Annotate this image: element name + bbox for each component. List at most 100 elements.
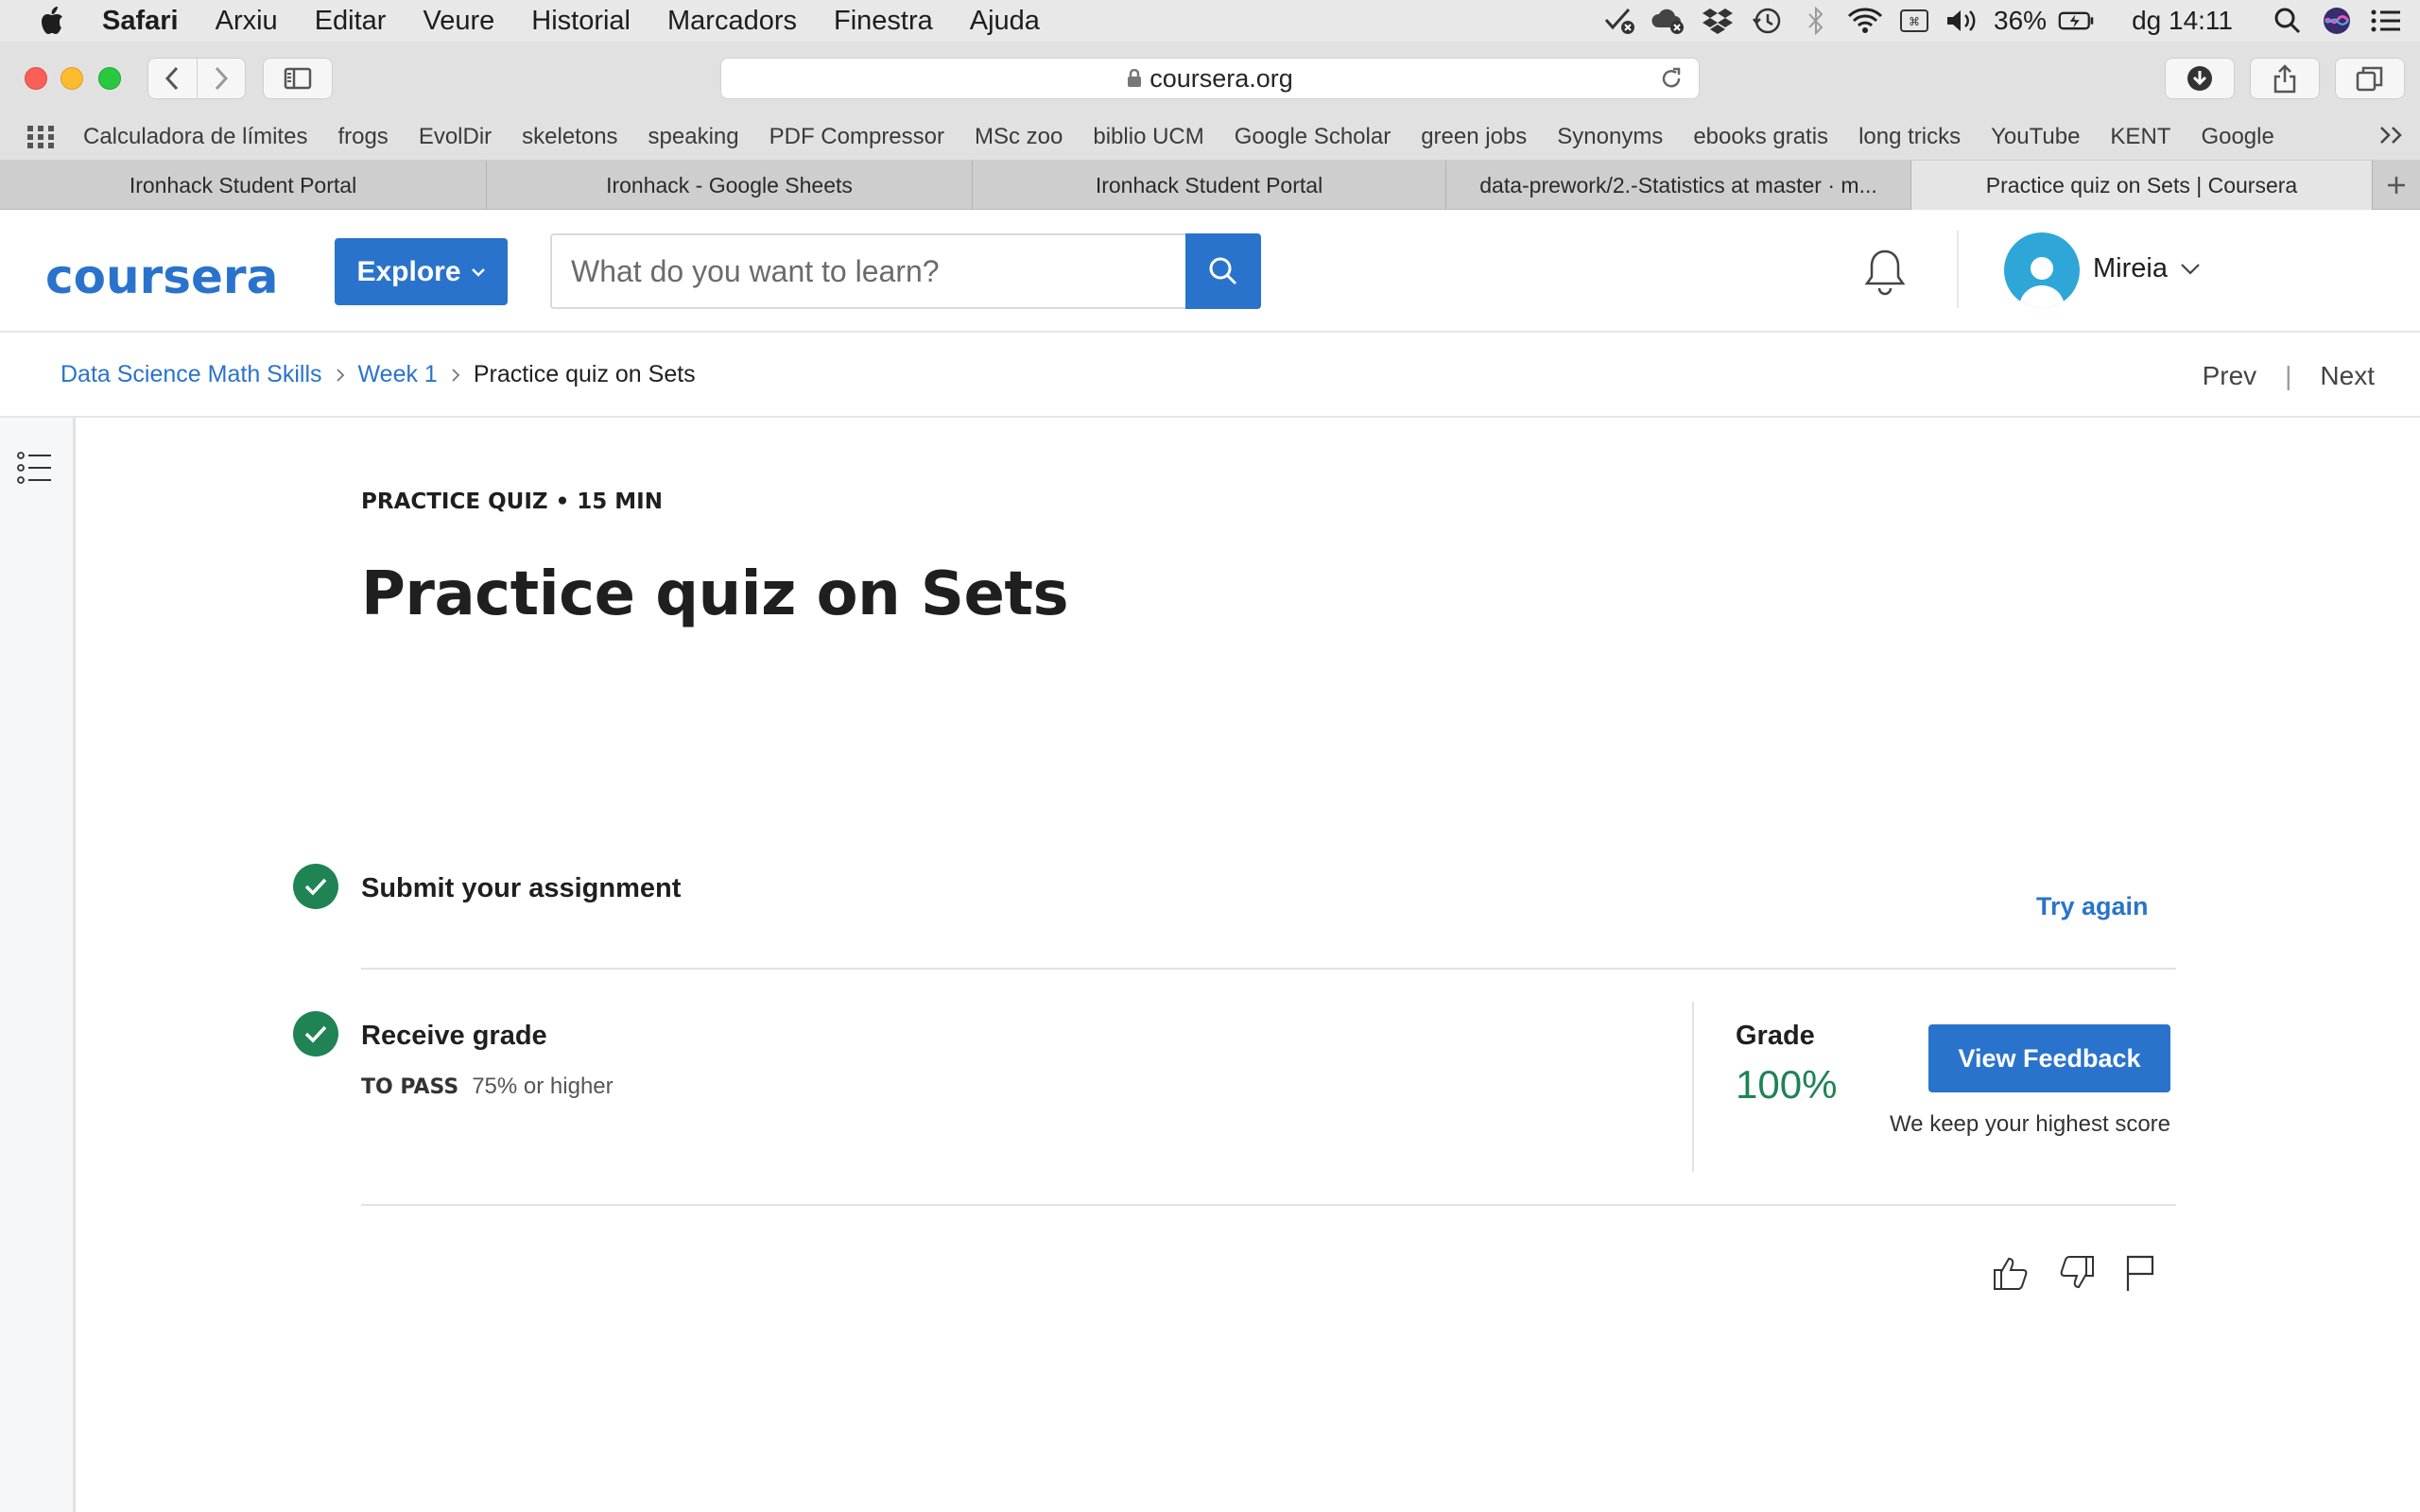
view-feedback-button[interactable]: View Feedback [1928,1024,2170,1092]
bookmark-item[interactable]: biblio UCM [1093,124,1203,150]
show-tabs-button[interactable] [2335,58,2405,99]
user-menu-chevron-icon[interactable] [2180,263,2201,281]
bluetooth-icon[interactable] [1797,0,1835,42]
nav-buttons [147,58,246,99]
browser-tab[interactable]: Ironhack Student Portal [0,161,487,210]
close-window-button[interactable] [25,67,47,90]
menu-ajuda[interactable]: Ajuda [970,6,1040,37]
breadcrumb-current: Practice quiz on Sets [473,361,696,387]
menu-veure[interactable]: Veure [423,6,494,37]
bookmark-item[interactable]: Calculadora de límites [83,124,307,150]
cloud-icon[interactable] [1650,0,1687,42]
feedback-actions [1991,1253,2184,1293]
avatar[interactable] [2004,232,2080,308]
to-pass-value: 75% or higher [472,1074,614,1099]
breadcrumb-course-link[interactable]: Data Science Math Skills [60,361,322,388]
bookmark-item[interactable]: Google Scholar [1235,124,1391,150]
browser-toolbar: coursera.org [0,42,2420,113]
lock-icon [1127,69,1142,88]
flag-icon[interactable] [2123,1253,2157,1293]
apps-grid-icon[interactable] [26,125,55,149]
next-link[interactable]: Next [2320,361,2375,391]
volume-icon[interactable] [1945,0,1982,42]
menu-arxiu[interactable]: Arxiu [216,6,278,37]
menu-app-name[interactable]: Safari [102,6,179,37]
dropbox-icon[interactable] [1699,0,1737,42]
explore-button[interactable]: Explore [335,238,508,305]
receive-grade-title: Receive grade [361,1021,547,1051]
thumbs-down-icon[interactable] [2057,1253,2097,1293]
svg-text:⌘: ⌘ [1909,15,1920,28]
search-box [550,233,1261,309]
search-input[interactable] [552,235,1185,307]
url-text: coursera.org [1150,63,1293,93]
notification-center-icon[interactable] [2367,0,2405,42]
browser-tab-active[interactable]: Practice quiz on Sets | Coursera [1911,161,2373,210]
address-bar[interactable]: coursera.org [720,58,1700,99]
thumbs-up-icon[interactable] [1991,1253,2031,1293]
bookmark-item[interactable]: EvolDir [419,124,492,150]
browser-tab[interactable]: data-prework/2.-Statistics at master · m… [1446,161,1911,210]
more-bookmarks-icon[interactable] [2378,125,2405,152]
browser-tab[interactable]: Ironhack - Google Sheets [487,161,973,210]
share-button[interactable] [2250,58,2320,99]
highest-score-note: We keep your highest score [1889,1111,2170,1137]
fullscreen-window-button[interactable] [98,67,121,90]
bookmark-item[interactable]: green jobs [1421,124,1527,150]
user-name[interactable]: Mireia [2093,253,2168,284]
bookmark-item[interactable]: PDF Compressor [769,124,944,150]
bookmark-item[interactable]: speaking [648,124,739,150]
bookmark-item[interactable]: long tricks [1858,124,1961,150]
bookmark-item[interactable]: Google [2201,124,2273,150]
breadcrumb: Data Science Math Skills Week 1 Practice… [60,361,696,388]
grade-divider [1692,1002,1694,1172]
menu-marcadors[interactable]: Marcadors [667,6,797,37]
forward-button[interactable] [196,58,245,99]
menu-editar[interactable]: Editar [315,6,387,37]
new-tab-icon[interactable] [2373,161,2420,210]
time-machine-icon[interactable] [1748,0,1786,42]
battery-icon[interactable] [2058,0,2096,42]
search-button[interactable] [1185,233,1261,309]
site-header: coursera Explore Mireia [0,210,2420,333]
section-divider [361,968,2176,970]
bookmark-item[interactable]: ebooks gratis [1693,124,1828,150]
search-icon [1209,257,1237,285]
wifi-icon[interactable] [1846,0,1884,42]
apple-icon[interactable] [38,5,66,37]
grade-value: 100% [1736,1062,1838,1107]
browser-tab[interactable]: Ironhack Student Portal [973,161,1446,210]
check-circle-icon [293,864,338,909]
battery-percent: 36% [1994,6,2048,35]
bookmark-item[interactable]: Synonyms [1557,124,1663,150]
bookmark-item[interactable]: KENT [2110,124,2170,150]
sync-check-icon[interactable] [1600,0,1638,42]
coursera-logo[interactable]: coursera [45,249,278,304]
siri-icon[interactable] [2318,0,2356,42]
sidebar-toggle-button[interactable] [263,58,333,99]
keyboard-icon[interactable]: ⌘ [1895,0,1933,42]
bookmark-item[interactable]: skeletons [522,124,617,150]
bookmark-item[interactable]: YouTube [1991,124,2080,150]
course-outline-rail [0,418,76,1512]
downloads-button[interactable] [2165,58,2235,99]
bookmarks-bar: Calculadora de límites frogs EvolDir ske… [0,113,2420,161]
bookmark-item[interactable]: frogs [337,124,388,150]
menu-finestra[interactable]: Finestra [834,6,933,37]
outline-list-icon[interactable] [17,450,53,490]
menu-historial[interactable]: Historial [531,6,631,37]
chevron-down-icon [471,267,485,277]
chevron-right-icon [451,368,460,383]
try-again-link[interactable]: Try again [2036,892,2149,921]
quiz-kicker: PRACTICE QUIZ • 15 MIN [361,490,663,514]
breadcrumb-week-link[interactable]: Week 1 [358,361,438,388]
clock[interactable]: dg 14:11 [2132,6,2233,36]
bookmark-item[interactable]: MSc zoo [975,124,1063,150]
notifications-bell-icon[interactable] [1862,248,1908,301]
pass-requirement: TO PASS 75% or higher [361,1074,614,1100]
minimize-window-button[interactable] [60,67,83,90]
prev-link[interactable]: Prev [2203,361,2257,391]
reload-icon[interactable] [1659,66,1684,97]
back-button[interactable] [148,58,197,99]
spotlight-icon[interactable] [2269,0,2307,42]
